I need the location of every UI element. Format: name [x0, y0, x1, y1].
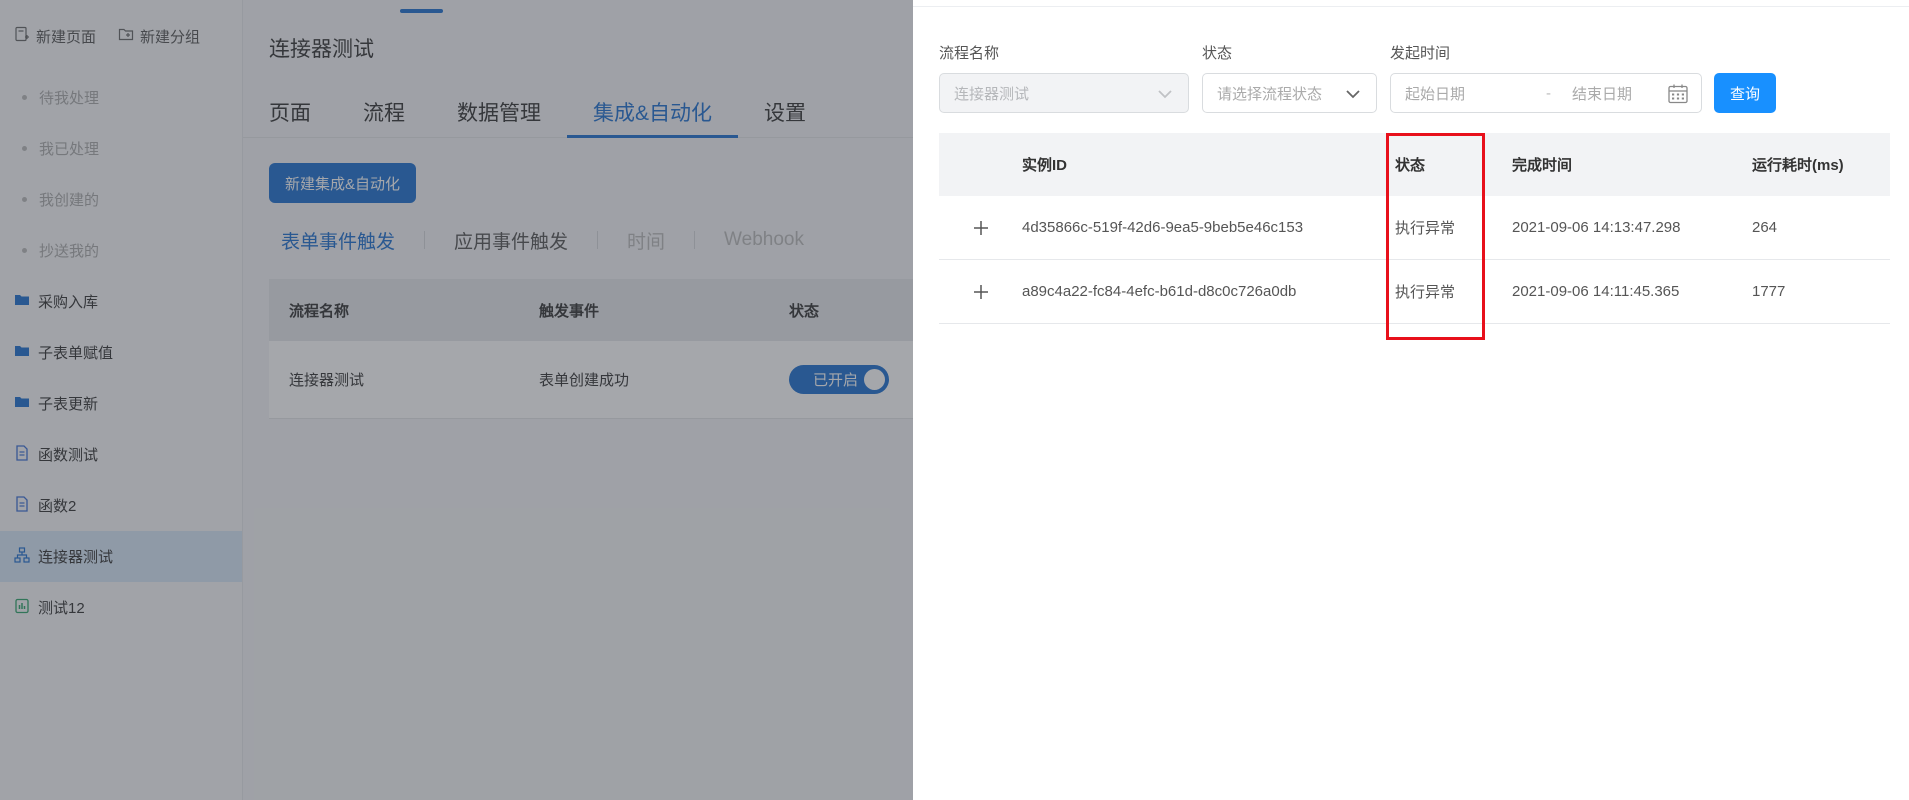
start-time-label: 发起时间: [1390, 45, 1451, 62]
column-header-instance-id: 实例ID: [1022, 157, 1068, 174]
duration-cell: 1777: [1752, 283, 1786, 300]
plus-icon[interactable]: [972, 219, 990, 237]
instance-id-cell: a89c4a22-fc84-4efc-b61d-d8c0c726a0db: [1022, 283, 1297, 300]
calendar-icon[interactable]: [1667, 83, 1689, 105]
status-filter-label: 状态: [1202, 45, 1233, 62]
finish-time-cell: 2021-09-06 14:13:47.298: [1512, 219, 1681, 236]
start-date-input[interactable]: 起始日期: [1405, 83, 1465, 104]
flow-name-value: 连接器测试: [954, 85, 1030, 103]
instance-drawer: 流程名称 连接器测试 状态 请选择流程状态 发起时间 起始日期 - 结束日期 查…: [913, 0, 1909, 800]
expand-cell: [939, 219, 1022, 237]
duration-cell: 264: [1752, 219, 1778, 236]
flow-name-label: 流程名称: [939, 45, 1000, 62]
query-button[interactable]: 查询: [1714, 73, 1776, 113]
drawer-divider: [913, 6, 1909, 7]
date-range-picker[interactable]: 起始日期 - 结束日期: [1390, 73, 1702, 113]
status-filter-placeholder: 请选择流程状态: [1217, 85, 1323, 103]
chevron-down-icon: [1344, 85, 1362, 103]
end-date-input[interactable]: 结束日期: [1572, 83, 1632, 104]
column-header-duration: 运行耗时(ms): [1752, 157, 1844, 174]
flow-name-select: 连接器测试: [939, 73, 1189, 113]
column-header-finish-time: 完成时间: [1512, 157, 1573, 174]
plus-icon[interactable]: [972, 283, 990, 301]
status-filter-select[interactable]: 请选择流程状态: [1202, 73, 1377, 113]
expand-cell: [939, 283, 1022, 301]
modal-mask[interactable]: [0, 0, 913, 800]
chevron-down-icon: [1156, 85, 1174, 103]
instance-id-cell: 4d35866c-519f-42d6-9ea5-9beb5e46c153: [1022, 219, 1304, 236]
date-separator: -: [1546, 84, 1551, 102]
finish-time-cell: 2021-09-06 14:11:45.365: [1512, 283, 1680, 300]
status-column-highlight: [1386, 133, 1485, 340]
